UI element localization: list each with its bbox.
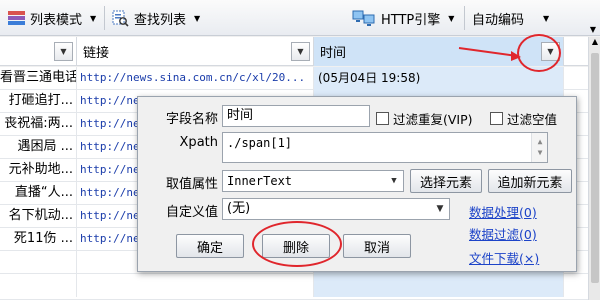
list-mode-button[interactable]: 列表模式 ▼	[4, 5, 100, 31]
table-row[interactable]	[0, 274, 588, 300]
data-filter-link[interactable]: 数据过滤(0)	[469, 224, 537, 243]
value-attribute-select[interactable]: InnerText ▼	[222, 170, 404, 192]
http-engine-button[interactable]: HTTP引擎 ▼	[348, 5, 458, 31]
find-list-label: 查找列表	[134, 12, 187, 28]
computer-icon	[352, 9, 376, 28]
column-header-label: 链接	[83, 46, 110, 61]
title-cell: 打砸追打...	[0, 90, 77, 113]
filter-duplicates-label: 过滤重复(VIP)	[393, 112, 473, 127]
column-header-title[interactable]: ▼	[0, 37, 77, 66]
toolbar-divider	[464, 6, 465, 30]
overflow-arrow-icon[interactable]: ▼	[586, 0, 600, 36]
column-header-time[interactable]: 时间 ▼	[314, 37, 564, 66]
table-row[interactable]: 看晋三通电话 http://news.sina.com.cn/c/xl/20..…	[0, 67, 588, 90]
column-header-link[interactable]: 链接 ▼	[77, 37, 314, 66]
filter-duplicates-checkbox[interactable]: 过滤重复(VIP)	[376, 109, 473, 128]
title-cell: 名下机动...	[0, 205, 77, 228]
title-cell	[0, 251, 77, 274]
field-settings-dialog: 字段名称 时间 过滤重复(VIP) 过滤空值 Xpath ./span[1] ▲…	[137, 96, 577, 272]
time-cell: (05月04日 19:58)	[314, 67, 564, 90]
xpath-value: ./span[1]	[227, 136, 293, 150]
delete-button[interactable]: 删除	[262, 234, 330, 258]
textarea-scrollbar[interactable]: ▲ ▼	[531, 133, 547, 162]
select-element-button[interactable]: 选择元素	[410, 169, 482, 193]
chevron-down-icon: ▼	[90, 13, 97, 23]
chevron-down-icon: ▼	[448, 13, 455, 23]
http-engine-label: HTTP引擎	[381, 12, 441, 28]
column-dropdown-icon[interactable]: ▼	[291, 42, 310, 61]
checkbox-box[interactable]	[376, 112, 389, 125]
checkbox-box[interactable]	[490, 112, 503, 125]
vertical-scrollbar[interactable]: ▲	[588, 37, 600, 300]
filter-empty-checkbox[interactable]: 过滤空值	[490, 109, 557, 128]
ok-button[interactable]: 确定	[176, 234, 244, 258]
custom-value-value: (无)	[227, 201, 251, 216]
find-list-icon	[112, 10, 129, 27]
column-dropdown-icon[interactable]: ▼	[54, 42, 73, 61]
data-process-link[interactable]: 数据处理(0)	[469, 202, 537, 221]
scrollbar-thumb[interactable]	[591, 53, 599, 283]
chevron-down-icon: ▼	[543, 13, 550, 23]
custom-value-label: 自定义值	[165, 205, 218, 220]
title-cell: 死11伤 ...	[0, 228, 77, 251]
link-cell	[77, 274, 314, 297]
title-cell: 元补助地...	[0, 159, 77, 182]
link-cell: http://news.sina.com.cn/c/xl/20...	[77, 67, 314, 90]
field-name-label: 字段名称	[165, 112, 218, 127]
title-cell: 遇困局 ...	[0, 136, 77, 159]
add-element-button[interactable]: 追加新元素	[488, 169, 572, 193]
field-name-input[interactable]: 时间	[222, 105, 370, 127]
cancel-button[interactable]: 取消	[343, 234, 411, 258]
column-header-label: 时间	[320, 46, 347, 61]
auto-encoding-button[interactable]: 自动编码 ▼	[468, 5, 553, 31]
scroll-down-icon[interactable]: ▼	[532, 145, 547, 161]
custom-value-select[interactable]: (无) ▼	[222, 198, 450, 220]
title-cell: 丧祝福:两...	[0, 113, 77, 136]
chevron-down-icon[interactable]: ▼	[385, 171, 403, 191]
annotation-arrow-icon	[458, 47, 521, 61]
column-dropdown-icon[interactable]: ▼	[541, 42, 560, 61]
value-attribute-value: InnerText	[227, 174, 293, 188]
title-cell: 直播“人...	[0, 182, 77, 205]
title-cell: 看晋三通电话	[0, 67, 77, 90]
list-icon	[8, 10, 25, 26]
auto-encoding-label: 自动编码	[472, 12, 525, 28]
toolbar-divider	[104, 6, 105, 30]
scroll-up-icon[interactable]: ▲	[589, 37, 600, 51]
chevron-down-icon: ▼	[194, 13, 201, 23]
value-attribute-label: 取值属性	[165, 177, 218, 192]
toolbar: 列表模式 ▼ 查找列表 ▼ HTTP引擎 ▼ 自动编码 ▼ ▼	[0, 0, 600, 36]
list-mode-label: 列表模式	[30, 12, 83, 28]
filter-empty-label: 过滤空值	[507, 112, 558, 127]
xpath-textarea[interactable]: ./span[1] ▲ ▼	[222, 132, 548, 163]
find-list-button[interactable]: 查找列表 ▼	[108, 5, 204, 31]
title-cell	[0, 274, 77, 297]
time-cell	[314, 274, 564, 297]
file-download-link[interactable]: 文件下载(×)	[469, 248, 539, 267]
xpath-label: Xpath	[179, 135, 218, 150]
chevron-down-icon[interactable]: ▼	[431, 199, 449, 219]
